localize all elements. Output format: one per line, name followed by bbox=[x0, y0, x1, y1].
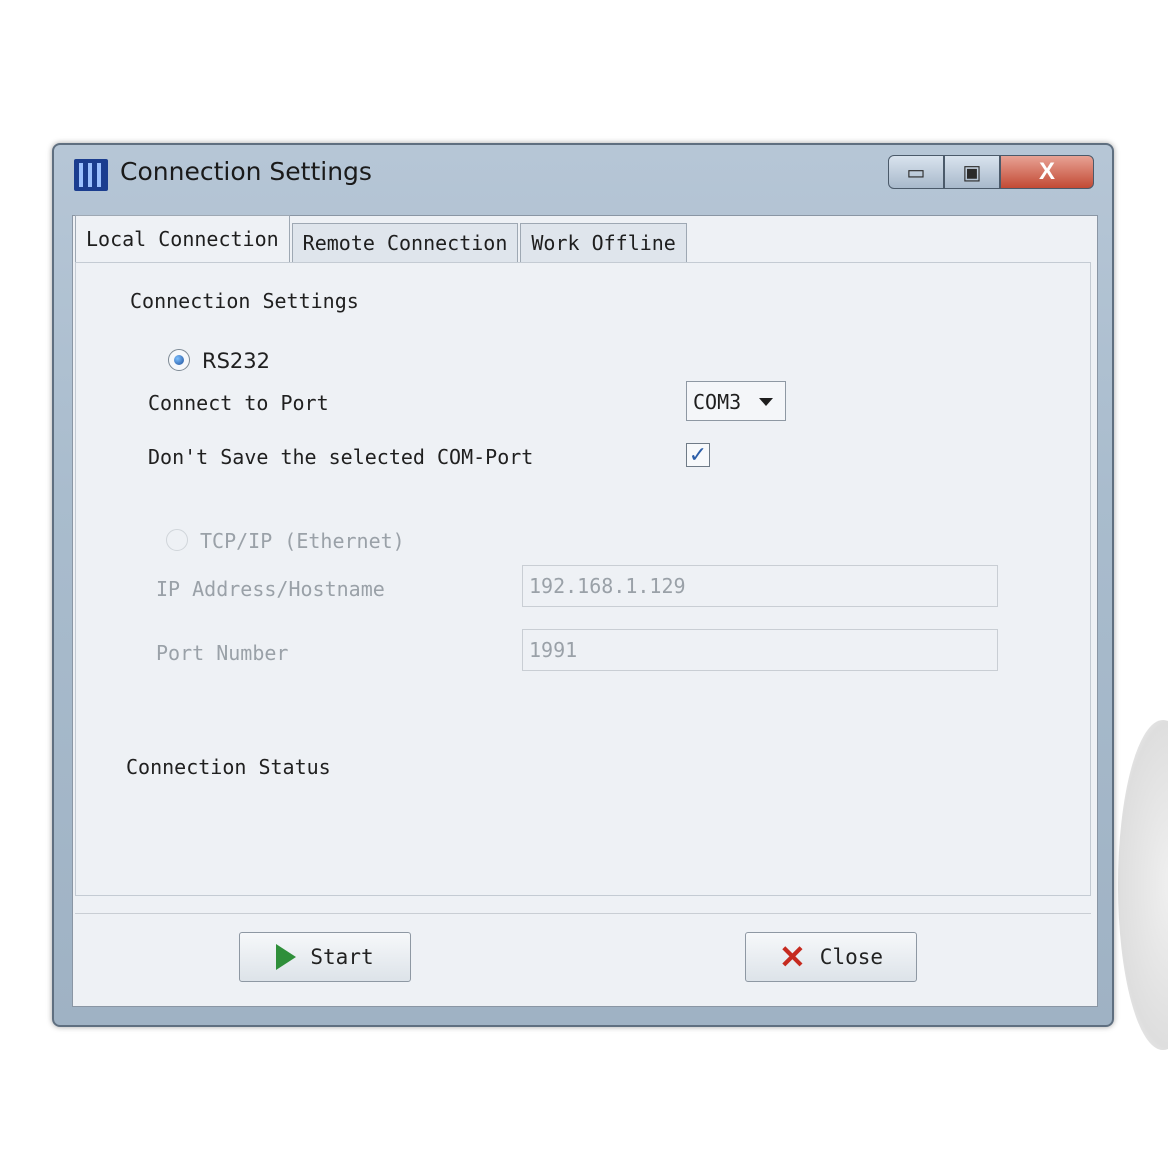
rs232-label: RS232 bbox=[202, 349, 271, 373]
ip-address-field[interactable]: 192.168.1.129 bbox=[522, 565, 998, 607]
app-logo-icon bbox=[74, 159, 108, 191]
com-port-select[interactable]: COM3 bbox=[686, 381, 786, 421]
chevron-down-icon bbox=[759, 398, 773, 406]
connection-settings-dialog: Connection Settings ▭ ▣ X Local Connecti… bbox=[52, 143, 1114, 1027]
play-icon bbox=[276, 944, 297, 970]
minimize-button[interactable]: ▭ bbox=[888, 155, 944, 189]
connect-port-label: Connect to Port bbox=[148, 391, 329, 415]
dont-save-checkbox[interactable]: ✓ bbox=[686, 442, 710, 467]
tcpip-radio[interactable] bbox=[166, 529, 188, 551]
window-title: Connection Settings bbox=[120, 157, 372, 186]
close-window-button[interactable]: X bbox=[1000, 155, 1094, 189]
tab-local-connection[interactable]: Local Connection bbox=[75, 215, 290, 262]
local-connection-panel: Connection Settings RS232 Connect to Por… bbox=[75, 262, 1091, 896]
tab-strip: Local Connection Remote Connection Work … bbox=[75, 215, 689, 262]
start-button-label: Start bbox=[310, 945, 374, 969]
divider bbox=[75, 913, 1091, 914]
close-button-label: Close bbox=[819, 945, 884, 969]
tab-remote-connection[interactable]: Remote Connection bbox=[291, 223, 519, 262]
section-title: Connection Settings bbox=[130, 289, 359, 313]
port-number-label: Port Number bbox=[156, 641, 289, 665]
tcpip-label: TCP/IP (Ethernet) bbox=[200, 529, 405, 553]
connection-status-label: Connection Status bbox=[126, 755, 331, 779]
checkmark-icon: ✓ bbox=[688, 442, 708, 467]
background-object bbox=[1118, 720, 1168, 1050]
maximize-button[interactable]: ▣ bbox=[944, 155, 1000, 189]
ip-address-label: IP Address/Hostname bbox=[156, 577, 385, 601]
dont-save-label: Don't Save the selected COM-Port bbox=[148, 445, 534, 469]
rs232-radio[interactable] bbox=[168, 349, 190, 371]
close-button[interactable]: ✕ Close bbox=[745, 932, 917, 982]
port-number-field[interactable]: 1991 bbox=[522, 629, 998, 671]
tab-work-offline[interactable]: Work Offline bbox=[520, 223, 687, 262]
dialog-client-area: Local Connection Remote Connection Work … bbox=[72, 215, 1098, 1007]
window-controls: ▭ ▣ X bbox=[888, 155, 1094, 189]
close-icon: ✕ bbox=[778, 939, 806, 975]
com-port-value: COM3 bbox=[693, 390, 742, 414]
title-bar: Connection Settings ▭ ▣ X bbox=[54, 145, 1112, 205]
start-button[interactable]: Start bbox=[239, 932, 411, 982]
